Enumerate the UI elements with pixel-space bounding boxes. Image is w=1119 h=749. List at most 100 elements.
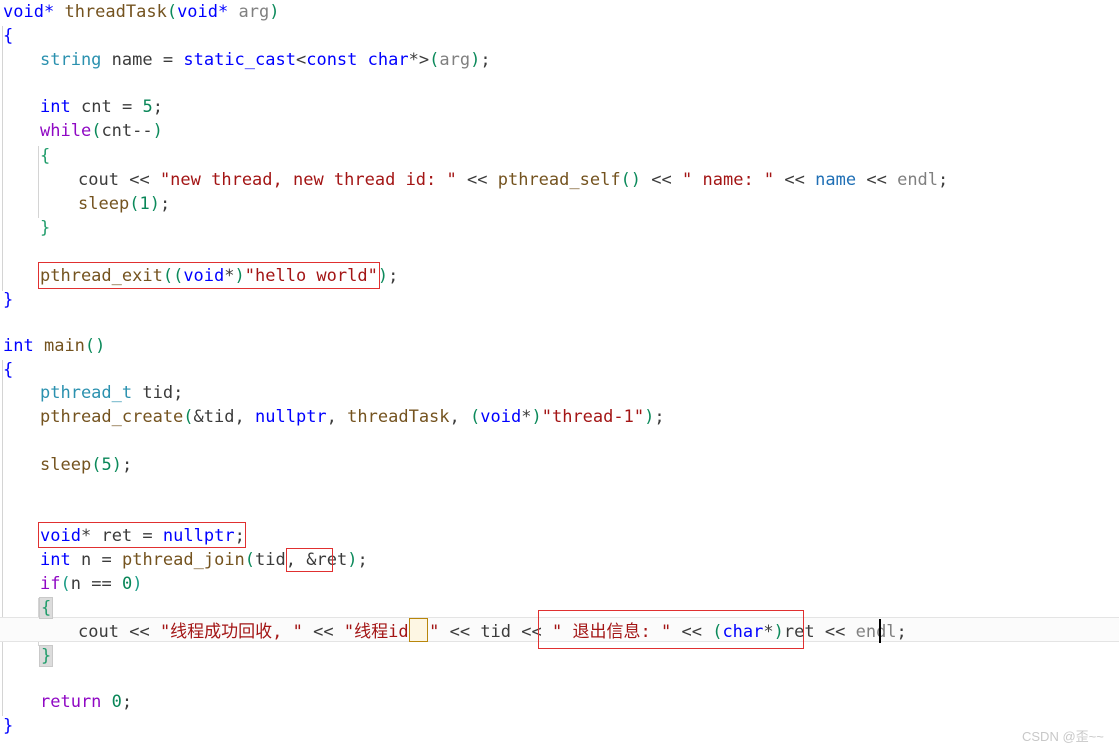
token-punct: * — [43, 2, 55, 22]
code-line-18[interactable]: pthread_create(&tid, nullptr, threadTask… — [40, 405, 665, 430]
token-string: " — [429, 622, 440, 642]
token-string: " name: " — [682, 170, 775, 190]
token-operator: = — [142, 526, 153, 546]
code-line-17[interactable]: pthread_t tid; — [40, 381, 183, 406]
token-operator: *> — [408, 50, 430, 70]
code-line-1[interactable]: void* threadTask(void* arg) — [3, 0, 279, 25]
token-operator: * — [521, 407, 532, 427]
code-line-2[interactable]: { — [3, 24, 13, 49]
token-operator: << — [784, 170, 805, 190]
token-paren: (( — [162, 266, 184, 286]
token-operator: -- — [132, 121, 153, 141]
code-line-28[interactable]: } — [38, 644, 54, 669]
token-punct: ; — [234, 526, 245, 546]
token-number: 0 — [121, 574, 133, 594]
token-operator: << — [521, 622, 542, 642]
token-paren: ) — [377, 266, 389, 286]
token-operator: * — [224, 266, 235, 286]
indent-guide — [2, 26, 3, 291]
token-string-selected-colon: : — [408, 622, 430, 642]
token-operator: = — [162, 50, 174, 70]
token-brace-match-close: } — [38, 645, 54, 667]
token-paren: ( — [129, 194, 140, 214]
code-line-27[interactable]: cout << "线程成功回收, " << "线程id: " << tid <<… — [78, 620, 907, 645]
token-endl: endl — [897, 170, 939, 190]
token-number: 0 — [111, 692, 122, 712]
token-operator: = — [101, 550, 112, 570]
token-paren: ) — [773, 622, 784, 642]
token-keyword: void — [480, 407, 522, 427]
token-function-name: threadTask — [64, 2, 167, 22]
token-variable: n — [70, 574, 81, 594]
token-endl: endl — [855, 622, 897, 642]
token-paren: ( — [166, 2, 178, 22]
token-function-name: sleep — [40, 455, 92, 475]
token-operator: << — [449, 622, 471, 642]
token-variable: cout — [78, 622, 119, 642]
token-keyword: static_cast — [183, 50, 296, 70]
indent-guide — [38, 146, 39, 218]
token-paren: ( — [712, 622, 723, 642]
token-number: 5 — [142, 97, 153, 117]
token-brace: { — [3, 360, 14, 380]
token-punct: ; — [173, 383, 184, 403]
token-operator: << — [681, 622, 702, 642]
token-paren: ( — [60, 574, 71, 594]
token-operator: & — [193, 407, 204, 427]
code-line-5[interactable]: int cnt = 5; — [40, 95, 163, 120]
token-operator: * — [80, 526, 92, 546]
token-variable: name — [815, 170, 857, 190]
code-line-25[interactable]: if(n == 0) — [40, 572, 142, 597]
code-line-12[interactable]: pthread_exit((void*)"hello world"); — [40, 264, 398, 289]
token-punct: ; — [121, 455, 133, 475]
token-type: string — [40, 50, 102, 70]
token-paren: () — [620, 170, 642, 190]
token-punct: ; — [159, 194, 171, 214]
code-line-31[interactable]: } — [3, 714, 13, 739]
token-brace: } — [3, 290, 14, 310]
token-paren: ) — [152, 121, 163, 141]
token-variable: cnt — [101, 121, 133, 141]
code-line-9[interactable]: sleep(1); — [78, 192, 170, 217]
code-line-10[interactable]: } — [40, 216, 50, 241]
token-paren: ( — [470, 407, 481, 427]
token-brace: } — [3, 716, 14, 736]
token-paren: ) — [111, 455, 122, 475]
token-operator: << — [651, 170, 672, 190]
token-variable: tid — [203, 407, 235, 427]
token-operator: = — [121, 97, 133, 117]
token-function-name: main — [43, 336, 85, 356]
code-line-20[interactable]: sleep(5); — [40, 453, 132, 478]
token-control-keyword: if — [40, 574, 61, 594]
token-punct: ; — [654, 407, 665, 427]
code-line-13[interactable]: } — [3, 288, 13, 313]
token-paren: ) — [470, 50, 481, 70]
token-paren: ( — [429, 50, 440, 70]
token-paren: ( — [91, 121, 102, 141]
token-operator: < — [295, 50, 307, 70]
token-variable: ret — [316, 550, 348, 570]
text-caret — [879, 619, 881, 643]
token-operator: * — [763, 622, 774, 642]
code-line-16[interactable]: { — [3, 358, 13, 383]
token-number: 5 — [101, 455, 112, 475]
token-brace: } — [40, 218, 51, 238]
token-operator: << — [467, 170, 488, 190]
token-paren: ) — [269, 2, 280, 22]
token-variable: tid — [480, 622, 512, 642]
token-variable: ret — [783, 622, 815, 642]
token-control-keyword: return — [40, 692, 102, 712]
code-line-30[interactable]: return 0; — [40, 690, 132, 715]
token-paren: ) — [132, 574, 143, 594]
token-punct: , — [449, 407, 460, 427]
code-editor-canvas[interactable]: void* threadTask(void* arg) { string nam… — [0, 0, 1119, 749]
code-line-6[interactable]: while(cnt--) — [40, 119, 163, 144]
code-line-23[interactable]: void* ret = nullptr; — [40, 524, 245, 549]
code-line-3[interactable]: string name = static_cast<const char*>(a… — [40, 48, 491, 73]
code-line-26[interactable]: { — [38, 596, 54, 621]
code-line-8[interactable]: cout << "new thread, new thread id: " <<… — [78, 168, 948, 193]
code-line-24[interactable]: int n = pthread_join(tid, &ret); — [40, 548, 368, 573]
code-line-15[interactable]: int main() — [3, 334, 105, 359]
code-line-7[interactable]: { — [40, 144, 50, 169]
token-function-name: threadTask — [347, 407, 450, 427]
